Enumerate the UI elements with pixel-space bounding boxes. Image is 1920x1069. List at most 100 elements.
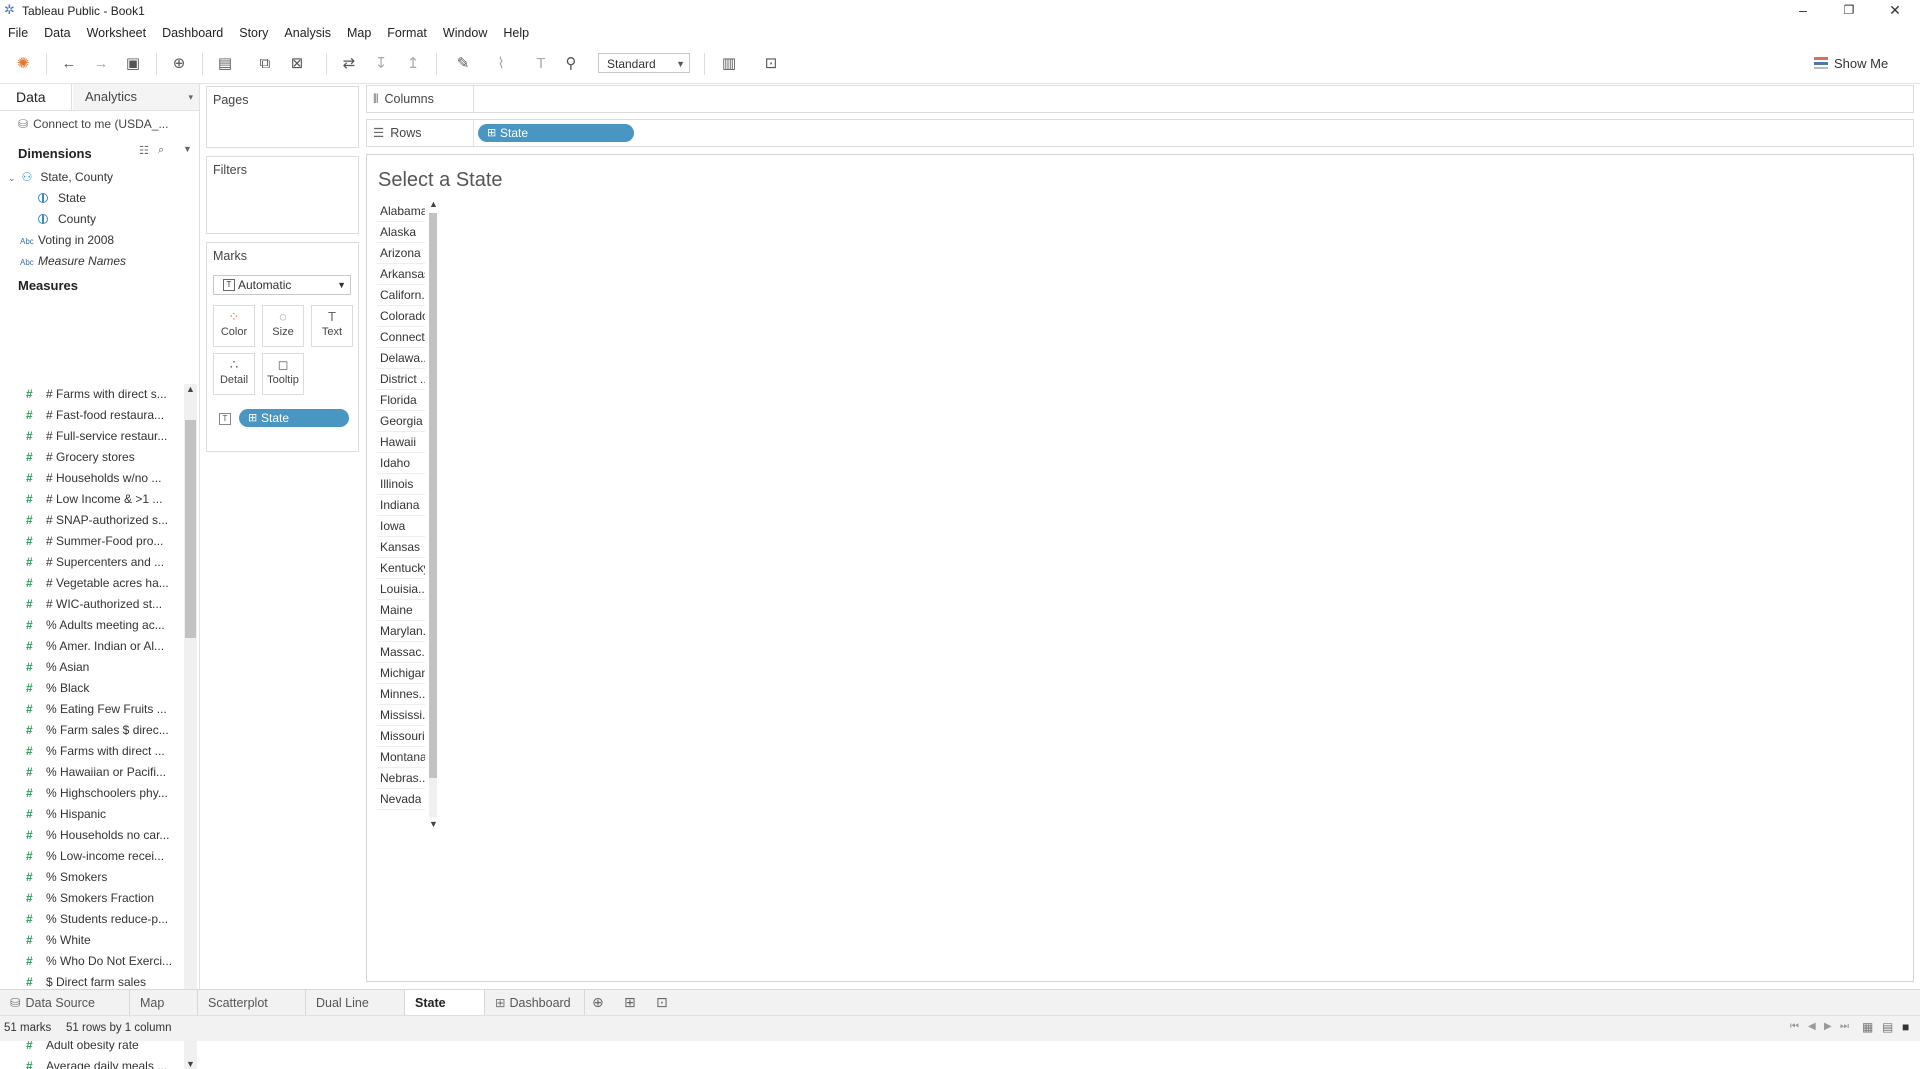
measure-item[interactable]: # # Full-service restaur... xyxy=(0,426,183,447)
measure-item[interactable]: # # Households w/no ... xyxy=(0,468,183,489)
redo-icon[interactable]: → xyxy=(90,54,112,74)
last-sheet-icon[interactable]: ⏭ xyxy=(1840,1021,1849,1032)
measure-item[interactable]: # % Smokers Fraction xyxy=(0,888,183,909)
state-list-item[interactable]: Alaska xyxy=(377,222,425,243)
minimize-button[interactable]: – xyxy=(1780,0,1826,22)
marks-tooltip-button[interactable]: ◻ Tooltip xyxy=(262,353,304,395)
swap-rows-columns-icon[interactable]: ⇄ xyxy=(338,54,360,74)
sort-ascending-icon[interactable]: ↧ xyxy=(370,54,392,74)
state-list-item[interactable]: Missouri xyxy=(377,726,425,747)
scroll-up-icon[interactable]: ▲ xyxy=(429,199,438,209)
group-members-icon[interactable]: ⌇ xyxy=(490,54,512,74)
state-list-item[interactable]: Alabama xyxy=(377,201,425,222)
marks-text-button[interactable]: T Text xyxy=(311,305,353,347)
duplicate-sheet-icon[interactable]: ⧉ xyxy=(254,54,276,74)
state-list-item[interactable]: Minnes.. xyxy=(377,684,425,705)
measure-item[interactable]: # # Farms with direct s... xyxy=(0,384,183,405)
measure-item[interactable]: # # Supercenters and ... xyxy=(0,552,183,573)
state-list-item[interactable]: Maine xyxy=(377,600,425,621)
show-me-button[interactable]: Show Me xyxy=(1814,54,1914,74)
measure-item[interactable]: # % Low-income recei... xyxy=(0,846,183,867)
state-list-item[interactable]: Florida xyxy=(377,390,425,411)
measure-item[interactable]: # % Hispanic xyxy=(0,804,183,825)
dimension-state[interactable]: State xyxy=(38,188,86,209)
menu-analysis[interactable]: Analysis xyxy=(276,22,339,44)
new-data-source-icon[interactable]: ⊕ xyxy=(168,54,190,74)
menu-worksheet[interactable]: Worksheet xyxy=(79,22,155,44)
next-sheet-icon[interactable]: ▶ xyxy=(1824,1021,1832,1032)
tab-map-view[interactable]: Map View xyxy=(130,990,198,1036)
measure-item[interactable]: # % Black xyxy=(0,678,183,699)
measure-item[interactable]: # # Low Income & >1 ... xyxy=(0,489,183,510)
marks-state-pill[interactable]: ⊞ State xyxy=(239,409,349,427)
presentation-mode-icon[interactable]: ⊡ xyxy=(760,54,782,74)
mark-type-select[interactable]: T Automatic ▼ xyxy=(213,275,351,295)
state-list-item[interactable]: Colorado xyxy=(377,306,425,327)
menu-dashboard[interactable]: Dashboard xyxy=(154,22,231,44)
menu-format[interactable]: Format xyxy=(379,22,435,44)
state-list-item[interactable]: Delawa.. xyxy=(377,348,425,369)
scroll-down-icon[interactable]: ▼ xyxy=(429,819,438,829)
state-list-item[interactable]: Georgia xyxy=(377,411,425,432)
state-list-item[interactable]: Iowa xyxy=(377,516,425,537)
new-worksheet-icon[interactable]: ⊕ xyxy=(592,994,604,1011)
measure-item[interactable]: # # SNAP-authorized s... xyxy=(0,510,183,531)
show-cards-icon[interactable]: ▥ xyxy=(718,54,740,74)
menu-story[interactable]: Story xyxy=(231,22,276,44)
highlight-icon[interactable]: ✎ xyxy=(452,54,474,74)
tab-analytics[interactable]: Analytics ▾ xyxy=(73,84,199,110)
undo-icon[interactable]: ← xyxy=(58,54,80,74)
new-dashboard-icon[interactable]: ⊞ xyxy=(624,994,636,1011)
measure-item[interactable]: # % Farm sales $ direc... xyxy=(0,720,183,741)
show-sheet-sorter-icon[interactable]: ▤ xyxy=(1882,1020,1893,1034)
state-list-item[interactable]: Michigan xyxy=(377,663,425,684)
menu-map[interactable]: Map xyxy=(339,22,379,44)
measure-item[interactable]: # % Hawaiian or Pacifi... xyxy=(0,762,183,783)
state-list-item[interactable]: Marylan.. xyxy=(377,621,425,642)
show-tabs-icon[interactable]: ■ xyxy=(1902,1020,1909,1034)
state-list-item[interactable]: Louisia.. xyxy=(377,579,425,600)
tab-dual-line-view[interactable]: Dual Line View xyxy=(306,990,405,1036)
measure-item[interactable]: # Average daily meals ... xyxy=(0,1056,183,1069)
measure-item[interactable]: # # Summer-Food pro... xyxy=(0,531,183,552)
state-list-scrollbar[interactable]: ▲ ▼ xyxy=(427,199,439,829)
rows-shelf[interactable]: ☰ Rows ⊞ State xyxy=(366,119,1914,147)
scroll-up-icon[interactable]: ▲ xyxy=(186,384,195,394)
state-list-item[interactable]: Connect.. xyxy=(377,327,425,348)
measure-item[interactable]: # % Eating Few Fruits ... xyxy=(0,699,183,720)
measure-item[interactable]: # % Who Do Not Exerci... xyxy=(0,951,183,972)
state-list-item[interactable]: Indiana xyxy=(377,495,425,516)
measure-item[interactable]: # % Adults meeting ac... xyxy=(0,615,183,636)
tab-scatterplot-view[interactable]: Scatterplot View xyxy=(198,990,306,1036)
menu-help[interactable]: Help xyxy=(495,22,537,44)
state-list-item[interactable]: Kansas xyxy=(377,537,425,558)
measure-item[interactable]: # % Asian xyxy=(0,657,183,678)
measure-item[interactable]: # % White xyxy=(0,930,183,951)
scroll-thumb[interactable] xyxy=(185,420,196,638)
state-list-item[interactable]: Illinois xyxy=(377,474,425,495)
state-list-item[interactable]: Hawaii xyxy=(377,432,425,453)
measure-item[interactable]: # % Households no car... xyxy=(0,825,183,846)
tableau-home-icon[interactable]: ✺ xyxy=(12,54,34,74)
hierarchy-state-county[interactable]: ⌄ ⚇ State, County xyxy=(8,167,113,188)
measure-item[interactable]: # % Amer. Indian or Al... xyxy=(0,636,183,657)
rows-state-pill[interactable]: ⊞ State xyxy=(478,124,634,142)
dimension-county[interactable]: County xyxy=(38,209,96,230)
save-icon[interactable]: ▣ xyxy=(122,54,144,74)
measure-item[interactable]: # % Farms with direct ... xyxy=(0,741,183,762)
fit-select[interactable]: Standard ▼ xyxy=(598,53,690,73)
measure-item[interactable]: # # Fast-food restaura... xyxy=(0,405,183,426)
columns-shelf[interactable]: ⦀ Columns xyxy=(366,85,1914,113)
state-list-item[interactable]: Montana xyxy=(377,747,425,768)
dimensions-menu-icon[interactable]: ▼ xyxy=(183,144,192,154)
menu-window[interactable]: Window xyxy=(435,22,495,44)
tab-data-source[interactable]: ⛁ Data Source xyxy=(0,990,130,1016)
new-story-icon[interactable]: ⊡ xyxy=(656,994,668,1011)
measures-scrollbar[interactable]: ▲ ▼ xyxy=(184,384,197,1069)
restore-button[interactable]: ❐ xyxy=(1826,0,1872,22)
pages-card[interactable]: Pages xyxy=(206,86,359,148)
tab-dashboard-1[interactable]: ⊞Dashboard 1 xyxy=(485,990,585,1036)
scroll-thumb[interactable] xyxy=(429,213,437,778)
state-list-item[interactable]: Nebras.. xyxy=(377,768,425,789)
marks-color-button[interactable]: ⁘ Color xyxy=(213,305,255,347)
